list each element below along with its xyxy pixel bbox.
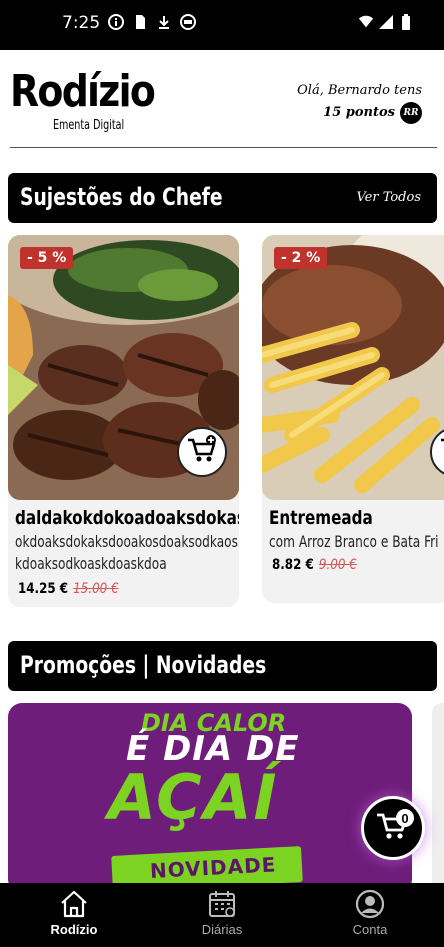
bottom-navigation: Rodízio Diárias Conta — [0, 883, 444, 947]
home-icon — [59, 889, 89, 919]
calendar-icon — [207, 889, 237, 919]
product-old-price: 15.00 € — [73, 581, 119, 597]
promo-section-title: Promoções | Novidades — [20, 651, 267, 679]
product-name: Entremeada — [269, 507, 373, 529]
product-price: 14.25 € — [18, 581, 69, 597]
download-icon — [156, 14, 172, 30]
cart-add-icon — [186, 434, 218, 471]
status-time: 7:25 — [62, 13, 101, 33]
account-icon — [355, 889, 385, 919]
nav-label: Diárias — [201, 922, 243, 937]
points-badge: RR — [400, 102, 422, 124]
brand-logo: Rodízio Ementa Digital — [10, 66, 178, 133]
app-icon — [180, 14, 196, 30]
discount-badge: - 2 % — [274, 247, 328, 269]
promo-tag-text: NOVIDADE — [149, 852, 277, 883]
brand-title: Rodízio — [10, 66, 156, 117]
nav-item-conta[interactable]: Conta — [296, 883, 444, 947]
greeting-text: Olá, Bernardo tens — [297, 83, 422, 98]
add-to-cart-button[interactable] — [177, 427, 227, 477]
cart-count-badge: 0 — [396, 809, 414, 827]
product-card[interactable]: - 5 % daldakokdokoadoaksdokasd okdoaksdo… — [8, 235, 239, 607]
status-notification-icons — [108, 14, 196, 30]
info-icon — [108, 14, 124, 30]
promo-section-header: Promoções | Novidades — [8, 641, 437, 691]
product-description: okdoaksdokaksdooakosdoaksodkaoskdoaksodk… — [15, 532, 238, 573]
product-image — [262, 235, 444, 500]
cart-add-icon — [439, 434, 444, 471]
nav-item-rodizio[interactable]: Rodízio — [0, 883, 148, 947]
user-greeting: Olá, Bernardo tens 15 pontos RR — [297, 80, 422, 124]
points-text: 15 pontos — [323, 105, 395, 120]
signal-icon — [378, 14, 394, 30]
discount-badge: - 5 % — [20, 247, 74, 269]
product-price-row: 8.82 €9.00 € — [272, 557, 357, 573]
brand-subtitle: Ementa Digital — [53, 118, 125, 133]
cart-fab-button[interactable]: 0 — [361, 796, 425, 860]
sd-card-icon — [132, 14, 148, 30]
promo-banner[interactable]: DIA CALOR É DIA DE AÇAÍ NOVIDADE — [8, 703, 412, 893]
points-display[interactable]: 15 pontos RR — [323, 102, 422, 124]
product-card[interactable]: - 2 % Entremeada com Arroz Branco e Bata… — [262, 235, 444, 603]
battery-icon — [398, 14, 414, 30]
status-bar: 7:25 — [0, 0, 444, 50]
product-price-row: 14.25 €15.00 € — [18, 581, 119, 597]
chef-section-title: Sujestões do Chefe — [20, 183, 223, 211]
chef-section-header: Sujestões do Chefe Ver Todos — [8, 173, 437, 223]
nav-item-diarias[interactable]: Diárias — [148, 883, 296, 947]
next-promo-peek[interactable] — [432, 703, 444, 893]
product-description: com Arroz Branco e Bata Fri — [269, 532, 439, 551]
promo-line-3: AÇAÍ — [108, 761, 279, 834]
nav-label: Conta — [352, 922, 388, 937]
nav-label: Rodízio — [50, 922, 98, 937]
view-all-link[interactable]: Ver Todos — [356, 190, 421, 205]
status-system-icons — [358, 14, 414, 30]
product-name: daldakokdokoadoaksdokasd — [15, 507, 239, 529]
product-price: 8.82 € — [272, 557, 314, 573]
product-old-price: 9.00 € — [318, 557, 357, 573]
wifi-icon — [358, 14, 374, 30]
header-divider — [10, 147, 437, 148]
